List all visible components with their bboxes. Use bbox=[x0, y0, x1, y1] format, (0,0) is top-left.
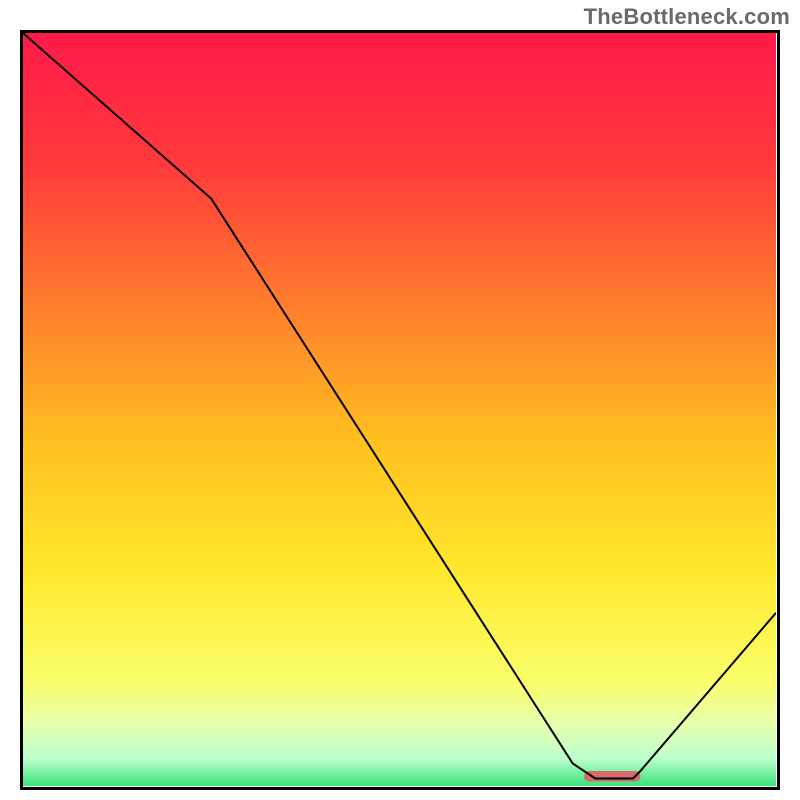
watermark-text: TheBottleneck.com bbox=[584, 4, 790, 30]
plot-frame bbox=[20, 30, 780, 790]
chart-stage: TheBottleneck.com bbox=[0, 0, 800, 800]
gradient-background bbox=[23, 33, 776, 786]
plot-svg bbox=[23, 33, 776, 786]
